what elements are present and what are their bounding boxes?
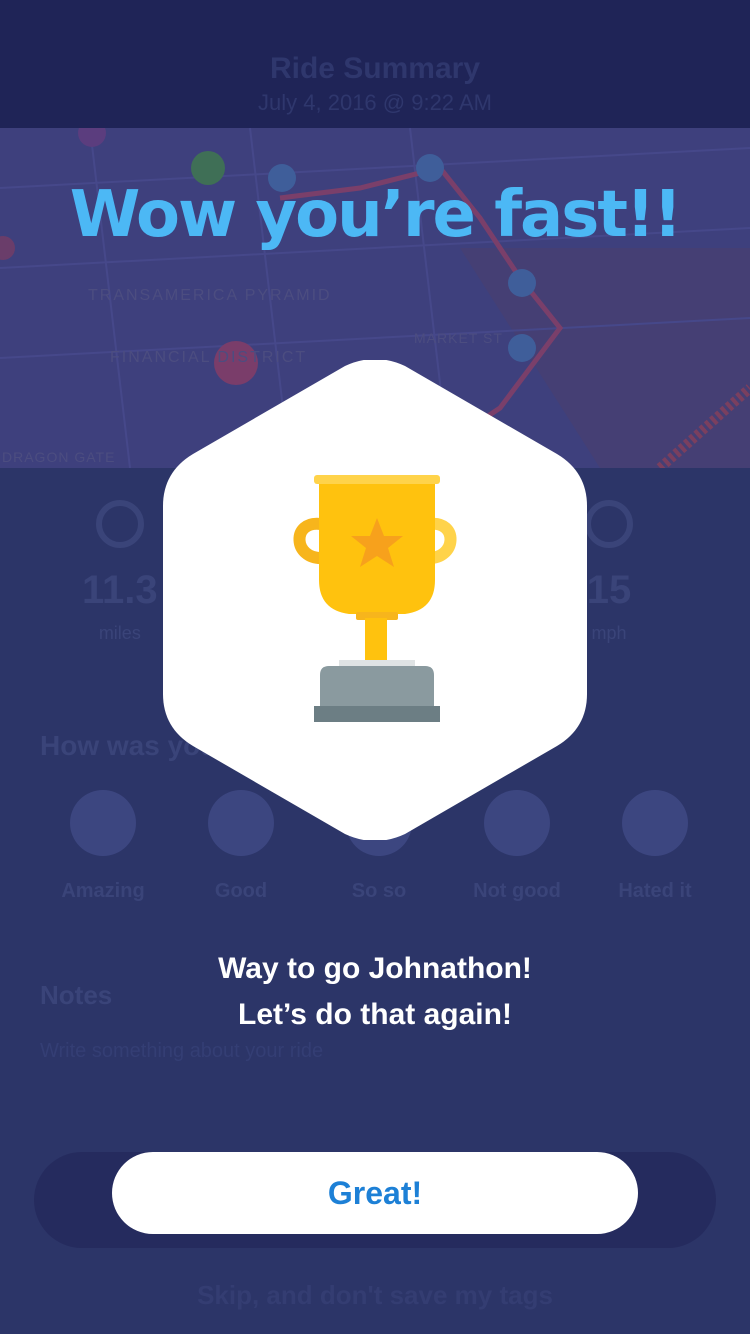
great-button[interactable]: Great! — [112, 1152, 638, 1234]
trophy-badge — [163, 360, 587, 840]
modal-headline: Wow you’re fast!! — [69, 178, 683, 252]
congrats-line-1: Way to go Johnathon! — [218, 952, 532, 985]
achievement-modal: Wow you’re fast!! Way to go Johnathon! L… — [0, 0, 750, 1334]
congrats-line-2: Let’s do that again! — [238, 998, 512, 1031]
congrats-message: Way to go Johnathon! Let’s do that again… — [0, 946, 750, 1038]
